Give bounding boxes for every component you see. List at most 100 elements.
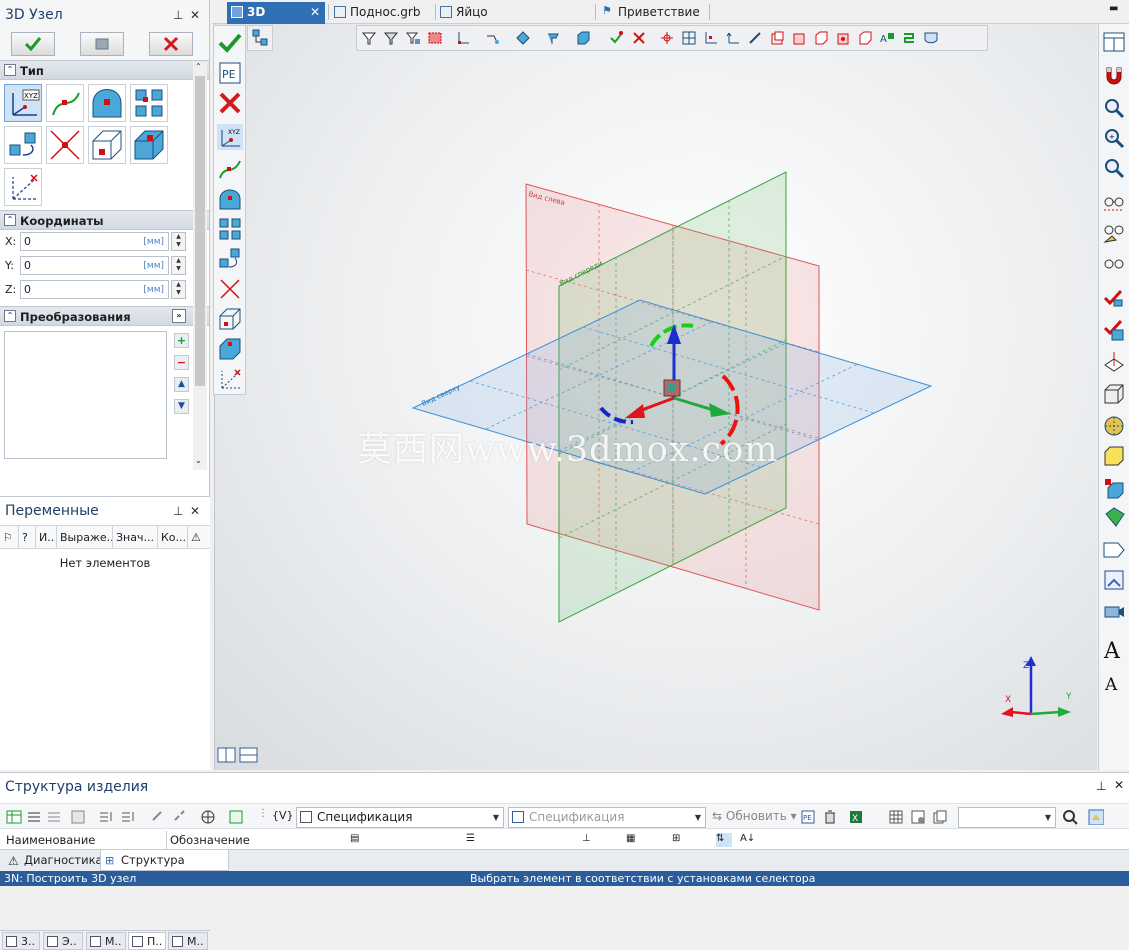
shaded-sphere-icon[interactable] [1102,414,1126,438]
check-body-icon[interactable] [1102,318,1126,342]
export-table-icon[interactable] [228,809,244,825]
y-input[interactable]: 0 [мм] [20,256,169,275]
column-designation[interactable]: Обозначение [170,833,250,847]
spec-select[interactable]: Спецификация ▼ [296,807,504,828]
column-name[interactable]: И.. [36,526,57,549]
variables-button[interactable]: {V} [272,809,294,822]
text-large-icon[interactable]: A [1102,636,1126,660]
remove-row-icon[interactable] [46,809,62,825]
unlink-icon[interactable] [172,809,188,825]
tab-structure[interactable]: ⊞ Структура изделия [100,850,229,887]
camera-icon[interactable] [1102,600,1126,624]
target-icon[interactable] [200,809,216,825]
column-flag[interactable]: ? [19,526,36,549]
split-vertical-icon[interactable] [217,747,237,765]
tab-menu-icon[interactable]: ▬ [1109,3,1118,14]
insert-row-icon[interactable] [26,809,42,825]
snap-point-icon[interactable] [659,30,675,46]
structure-toggle[interactable] [247,25,273,51]
tab-egg[interactable]: Яйцо окрашенное.grb [436,2,586,39]
layout-icon[interactable] [1102,30,1126,54]
glasses-menu-icon[interactable] [1102,252,1126,276]
move-down-icon[interactable]: ▼ [174,399,189,414]
split-horizontal-icon[interactable] [239,747,259,765]
intersection-icon[interactable] [217,276,243,302]
excel-icon[interactable]: X [848,809,864,825]
zoom-out-icon[interactable] [1102,156,1126,180]
collapse-icon[interactable]: ⌃ [4,310,16,322]
curve-point-icon[interactable] [217,156,243,182]
z-spinner[interactable]: ▲ ▼ [171,280,186,299]
multi-node-icon[interactable] [217,216,243,242]
wireframe-box-icon[interactable] [1102,382,1126,406]
color-body-icon[interactable] [1102,476,1126,500]
select-body-icon[interactable] [575,30,591,46]
link-icon[interactable] [150,809,166,825]
glasses-pin-icon[interactable] [1102,222,1126,246]
collapse-icon[interactable]: ⌃ [4,64,16,76]
move-up-icon[interactable]: ▲ [174,377,189,392]
table-settings-icon[interactable] [910,809,926,825]
search-select[interactable]: ▼ [958,807,1056,828]
sort-down-icon[interactable] [120,809,136,825]
column-format-icon[interactable]: ▦ [626,833,635,844]
body-node-icon[interactable] [217,336,243,362]
pin-icon[interactable]: ⊥ [173,497,183,525]
z-input[interactable]: 0 [мм] [20,280,169,299]
cancel-icon[interactable] [217,90,243,116]
section-type[interactable]: ⌃ Тип [0,60,209,80]
x-input[interactable]: 0 [мм] [20,232,169,251]
column-count-icon[interactable]: ⊞ [672,833,680,844]
xyz-node-icon[interactable]: XYZ [217,124,243,150]
snap-edge-icon[interactable] [747,30,763,46]
snap-solid-icon[interactable] [813,30,829,46]
snap-face-icon[interactable] [769,30,785,46]
render-settings-icon[interactable] [1102,568,1126,592]
select-edge-icon[interactable] [485,30,501,46]
select-check-icon[interactable] [609,30,625,46]
panel-tab-1[interactable]: Э.. [43,932,83,950]
column-expression[interactable]: Выраже... [57,526,113,549]
section-plane-icon[interactable] [1102,350,1126,374]
filter-list-icon[interactable] [383,30,399,46]
snap-axis-icon[interactable] [703,30,719,46]
surface-point-icon[interactable] [217,186,243,212]
panel-tab-3[interactable]: П.. [128,932,166,950]
y-spinner[interactable]: ▲ ▼ [171,256,186,275]
glasses-icon[interactable] [1102,190,1126,214]
snap-path-icon[interactable] [901,30,917,46]
warning-icon[interactable]: ⚠ [188,526,209,549]
copy-icon[interactable] [932,809,948,825]
close-icon[interactable]: ✕ [310,2,320,22]
column-az-icon[interactable]: A↓ [740,833,755,844]
panel-tab-4[interactable]: М.. [168,932,208,950]
grid-icon[interactable] [70,809,86,825]
add-transform-icon[interactable]: + [174,333,189,348]
settings-icon[interactable] [1088,809,1104,825]
type-curve-button[interactable] [46,84,84,122]
close-icon[interactable]: ✕ [190,0,200,30]
report-icon[interactable]: PE [800,809,816,825]
select-area-icon[interactable] [427,30,443,46]
table-icon[interactable] [888,809,904,825]
shaded-box-icon[interactable] [1102,444,1126,468]
select-loop-icon[interactable] [545,30,561,46]
column-value[interactable]: Знач... [113,526,158,549]
offset-node-icon[interactable] [217,246,243,272]
section-coordinates[interactable]: ⌃ Координаты [0,210,209,230]
type-xyz-button[interactable]: XYZ [4,84,42,122]
ok-button[interactable] [11,32,55,56]
3d-viewport[interactable]: Вид слева Вид спереди Вид сверху Z Y X 莫… [214,24,1097,770]
snap-body-icon[interactable] [791,30,807,46]
deselect-icon[interactable] [631,30,647,46]
snap-label-icon[interactable]: A [879,30,895,46]
column-list-icon[interactable]: ☰ [466,833,475,844]
type-multi-button[interactable] [130,84,168,122]
zoom-all-icon[interactable]: + [1102,126,1126,150]
search-icon[interactable] [1062,809,1078,825]
snap-grid-icon[interactable] [681,30,697,46]
tab-podnos[interactable]: Поднос.grb [330,2,430,24]
panel-tab-0[interactable]: 3.. [2,932,40,950]
trash-icon[interactable] [822,809,838,825]
refresh-button[interactable]: ⇆ Обновить ▾ [712,809,797,823]
